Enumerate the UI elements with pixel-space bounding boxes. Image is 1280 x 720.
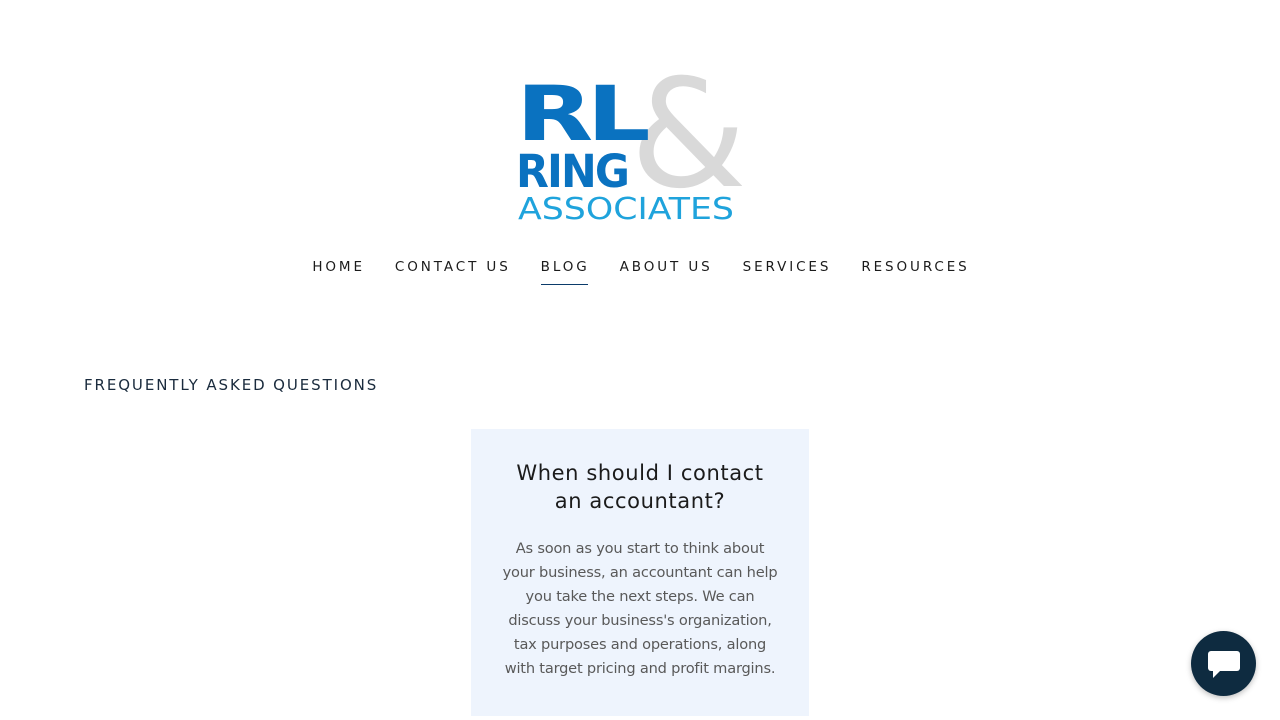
logo-graphic: & RL RING ASSOCIATES [516,58,742,226]
main-nav: HOME CONTACT US BLOG ABOUT US SERVICES R… [0,258,1280,288]
nav-item-about-us[interactable]: ABOUT US [604,258,727,285]
page: & RL RING ASSOCIATES HOME CONTACT US BLO… [0,0,1280,720]
faq-question: When should I contact an accountant? [516,461,764,513]
chat-button[interactable] [1191,631,1256,696]
nav-item-blog[interactable]: BLOG [525,258,604,285]
site-logo[interactable]: & RL RING ASSOCIATES [512,58,742,226]
section-title: FREQUENTLY ASKED QUESTIONS [84,376,379,394]
logo-line-ring: RING [516,145,628,198]
logo-line-associates: ASSOCIATES [518,192,734,226]
faq-answer: As soon as you start to think about your… [502,540,778,677]
nav-item-resources[interactable]: RESOURCES [845,258,983,285]
nav-item-home[interactable]: HOME [296,258,379,285]
nav-item-services[interactable]: SERVICES [727,258,846,285]
chat-bubble-icon [1207,650,1240,678]
faq-card: When should I contact an accountant? As … [471,429,809,716]
nav-item-contact-us[interactable]: CONTACT US [379,258,525,285]
